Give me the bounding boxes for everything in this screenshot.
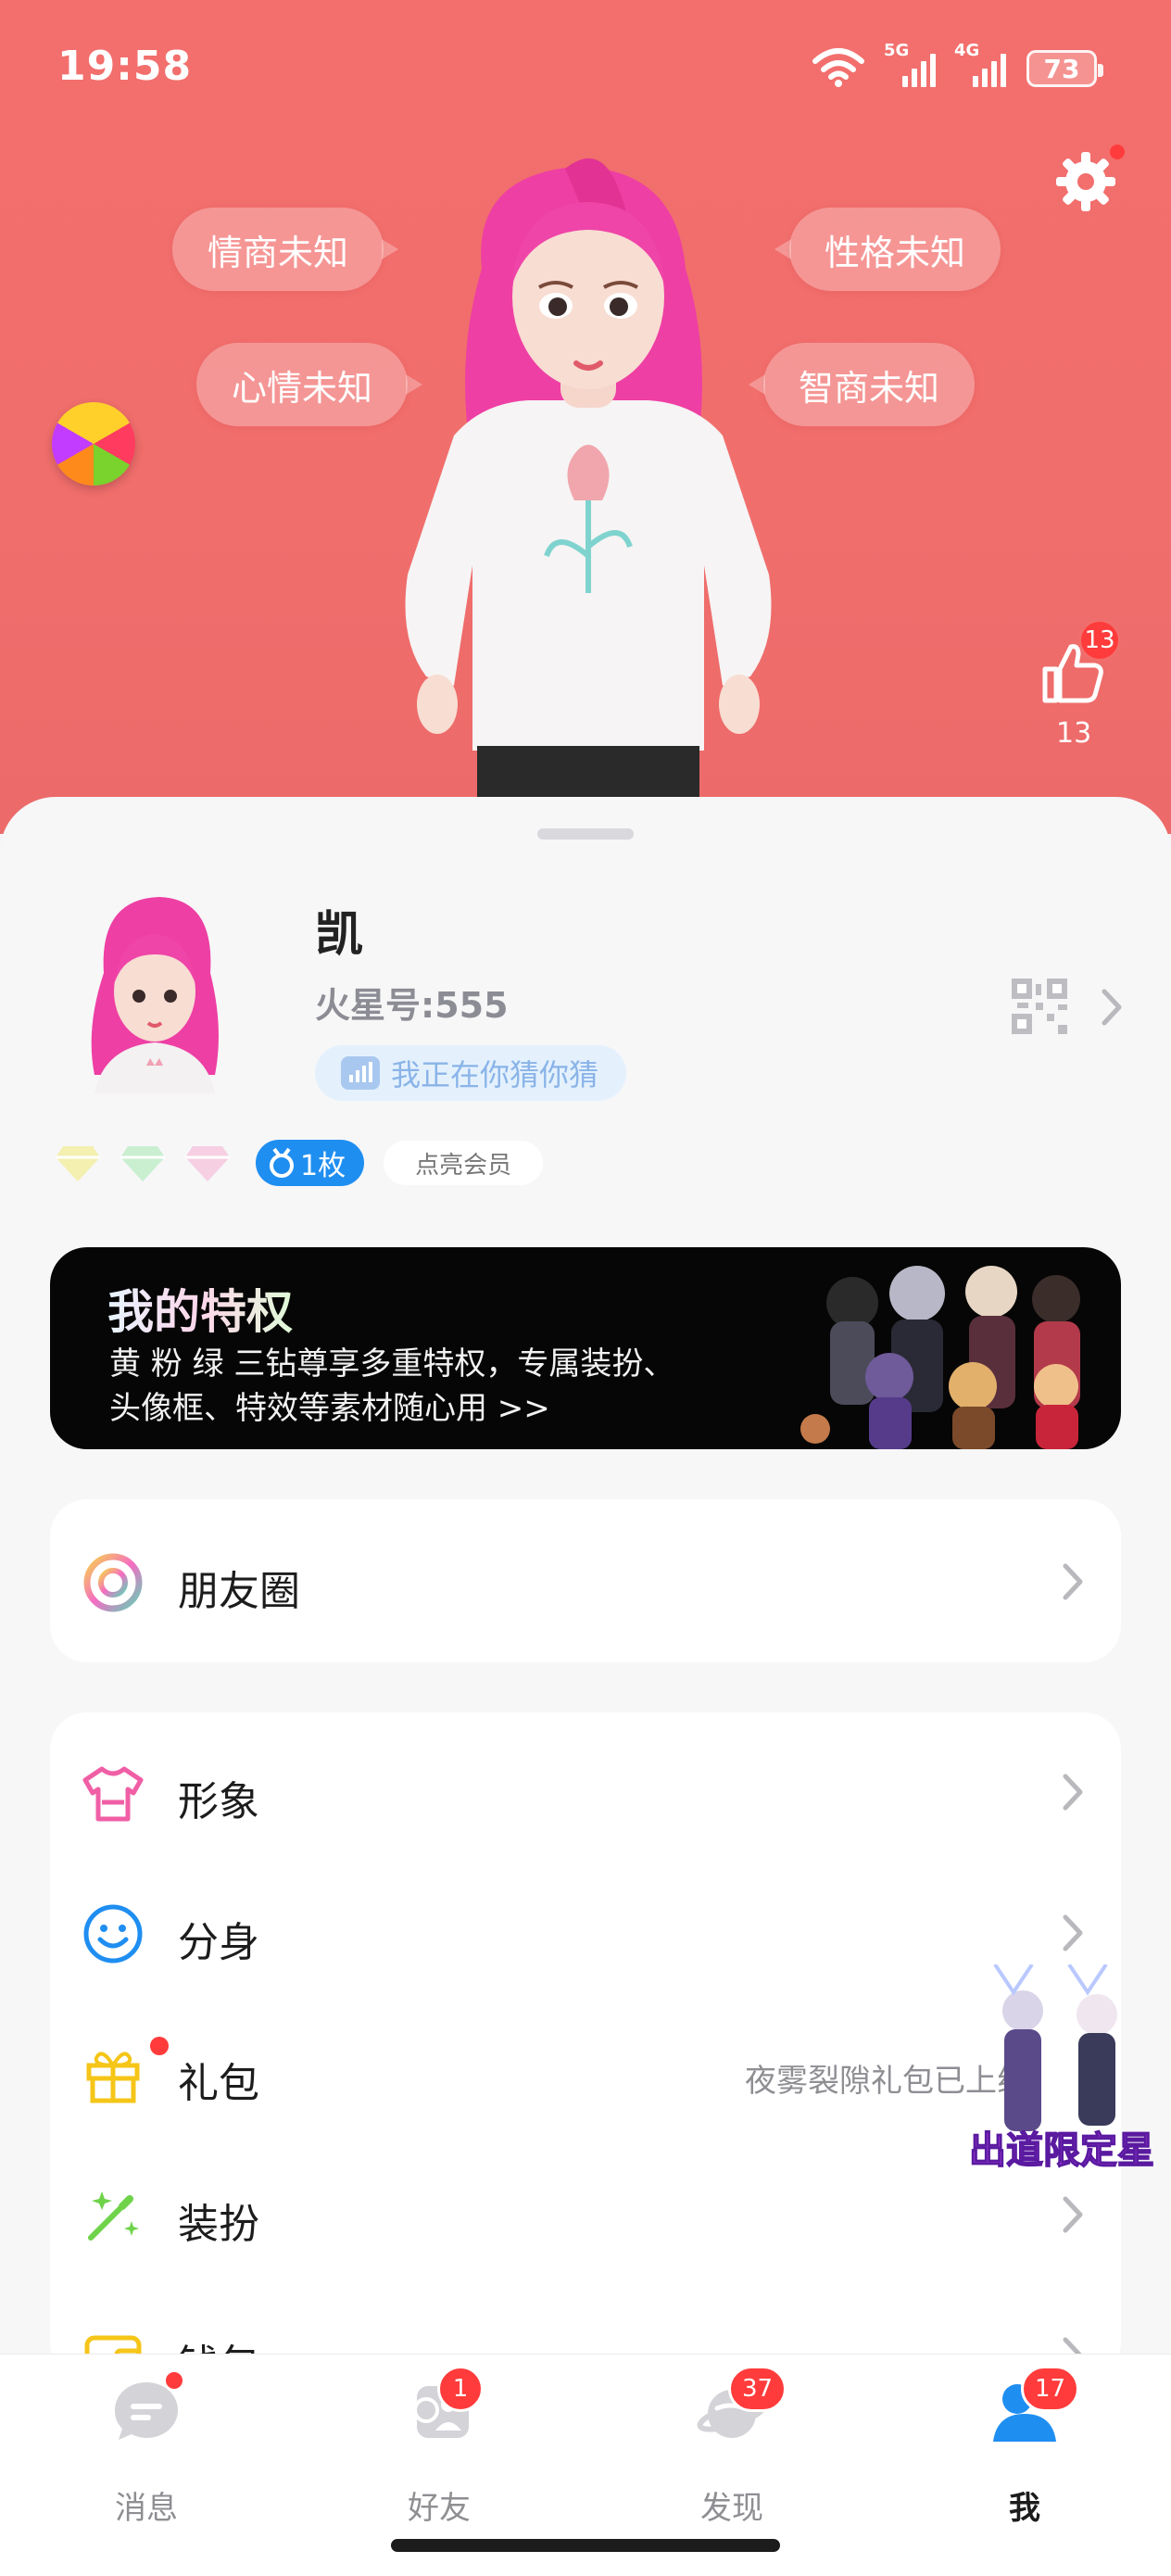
sheet-drag-handle[interactable] — [537, 828, 634, 840]
status-icons: 5G 4G 73 — [812, 41, 1103, 87]
vip-activate-button[interactable]: 点亮会员 — [381, 1138, 547, 1188]
profile-id: 火星号:555 — [315, 985, 509, 1026]
profile-name: 凯 — [315, 907, 364, 963]
signal-5g-icon: 5G — [884, 41, 936, 87]
candy-ball-icon[interactable] — [52, 402, 135, 486]
moments-card: 朋友圈 — [50, 1499, 1121, 1662]
green-diamond-icon[interactable] — [119, 1143, 167, 1183]
debut-promo-floater[interactable]: 出道限定星 — [958, 1964, 1165, 2187]
signal-bars-icon — [341, 1056, 380, 1090]
status-bar: 19:58 5G 4G 73 — [0, 0, 1171, 139]
messages-notification-dot — [163, 2369, 185, 2392]
like-count: 13 — [1056, 717, 1092, 750]
personality-bubble[interactable]: 性格未知 — [774, 208, 1001, 291]
medal-count: 1枚 — [300, 1150, 346, 1182]
chevron-right-icon — [1063, 2196, 1083, 2233]
battery-indicator: 73 — [1026, 50, 1103, 87]
network-4g-label: 4G — [954, 41, 980, 60]
tab-label: 消息 — [115, 2490, 178, 2527]
settings-notification-dot — [1108, 143, 1127, 161]
settings-gear-icon[interactable] — [1052, 148, 1119, 215]
shirt-icon — [82, 1766, 144, 1822]
menu-label: 形象 — [178, 1778, 259, 1825]
home-indicator[interactable] — [391, 2539, 780, 2552]
tab-messages[interactable]: 消息 — [54, 2369, 239, 2540]
privilege-characters-image — [800, 1266, 1080, 1449]
profile-avatar[interactable] — [76, 890, 233, 1093]
badge-row: 1枚 点亮会员 — [54, 1138, 547, 1188]
menu-item-moments[interactable]: 朋友圈 — [50, 1511, 1121, 1650]
medal-icon — [270, 1147, 294, 1178]
menu-label: 分身 — [178, 1919, 259, 1966]
chevron-right-icon — [1063, 1774, 1083, 1811]
magic-wand-icon — [88, 2191, 139, 2241]
status-time: 19:58 — [57, 43, 193, 90]
me-badge: 17 — [1021, 2366, 1080, 2412]
yellow-diamond-icon[interactable] — [54, 1143, 102, 1183]
gift-icon — [86, 2052, 140, 2103]
tab-me[interactable]: 17 我 — [932, 2366, 1117, 2540]
medal-count-badge[interactable]: 1枚 — [256, 1140, 365, 1186]
moments-ring-icon — [83, 1553, 143, 1612]
status-pill[interactable]: 我正在你猜你猜 — [315, 1045, 627, 1101]
chevron-right-icon — [1063, 1563, 1083, 1600]
wifi-icon — [812, 48, 864, 87]
qr-code-icon[interactable] — [1010, 977, 1069, 1036]
network-5g-label: 5G — [884, 41, 910, 60]
tab-friends[interactable]: 1 好友 — [346, 2366, 532, 2540]
tab-label: 发现 — [700, 2490, 763, 2527]
privilege-description: 黄 粉 绿 三钻尊享多重特权，专属装扮、头像框、特效等素材随心用 >> — [109, 1345, 675, 1427]
tab-label: 好友 — [408, 2490, 471, 2527]
gift-notification-dot — [150, 2037, 169, 2055]
chevron-right-icon — [1063, 1914, 1083, 1951]
signal-4g-icon: 4G — [954, 41, 1006, 87]
privilege-banner[interactable]: 我的特权 黄 粉 绿 三钻尊享多重特权，专属装扮、头像框、特效等素材随心用 >> — [50, 1247, 1121, 1449]
eq-bubble[interactable]: 情商未知 — [172, 208, 399, 291]
status-text: 我正在你猜你猜 — [391, 1057, 599, 1092]
tab-label: 我 — [1009, 2490, 1040, 2527]
profile-chevron-right-icon[interactable] — [1101, 988, 1123, 1027]
discover-badge: 37 — [728, 2366, 787, 2412]
privilege-title: 我的特权 — [107, 1275, 293, 1342]
menu-item-avatar-look[interactable]: 形象 — [50, 1722, 1121, 1861]
menu-label: 装扮 — [178, 2201, 259, 2248]
floater-text: 出道限定星 — [969, 2129, 1154, 2172]
tab-discover[interactable]: 37 发现 — [639, 2366, 825, 2540]
avatar-3d-figure[interactable] — [371, 158, 806, 834]
menu-label: 朋友圈 — [178, 1568, 300, 1615]
smiley-icon — [83, 1904, 143, 1964]
menu-label: 礼包 — [178, 2060, 259, 2107]
pink-diamond-icon[interactable] — [183, 1143, 232, 1183]
like-notification-badge: 13 — [1078, 619, 1121, 662]
friends-badge: 1 — [437, 2366, 484, 2412]
